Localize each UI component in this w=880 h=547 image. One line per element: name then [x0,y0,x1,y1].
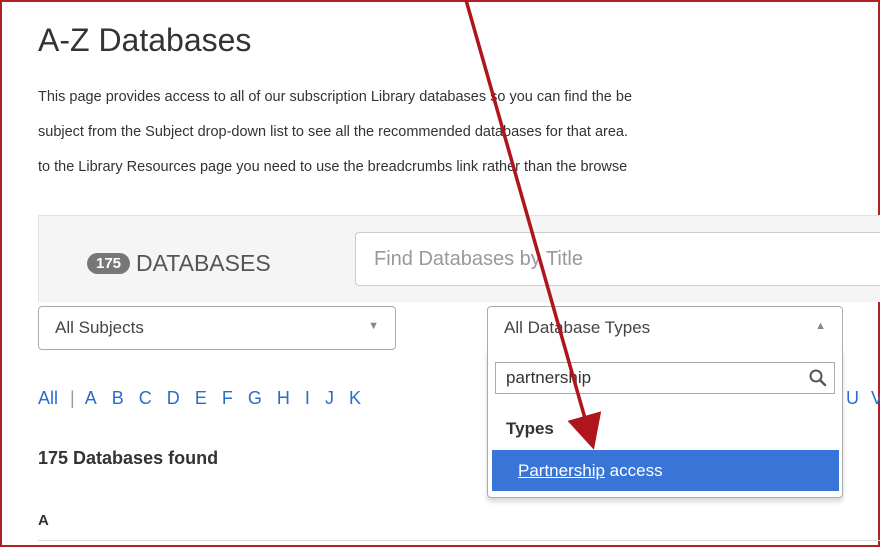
annotation-arrow [464,0,602,450]
